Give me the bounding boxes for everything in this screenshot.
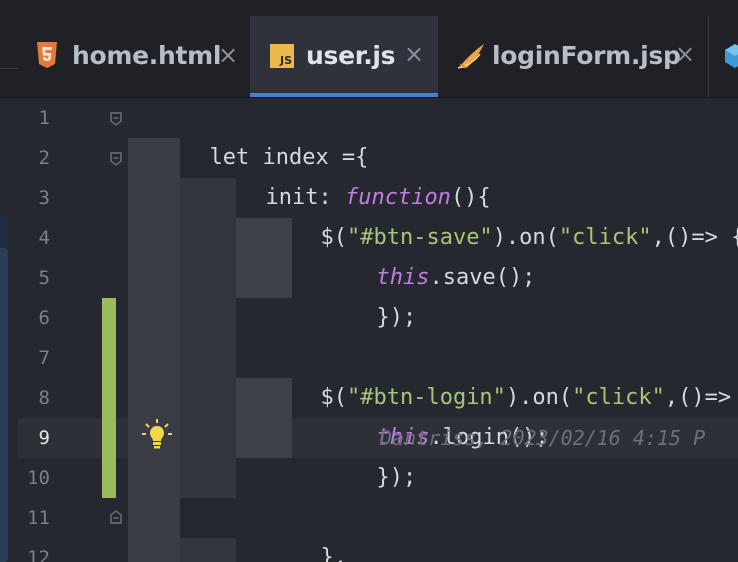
- code-line-8[interactable]: this.login();: [297, 378, 548, 450]
- code-text: });: [376, 465, 417, 490]
- close-icon[interactable]: ×: [404, 40, 424, 68]
- fold-icon[interactable]: [110, 112, 122, 126]
- ide-window: home.html × JS user.js × loginForm.jsp ×: [0, 0, 738, 562]
- line-number: 12: [27, 547, 50, 562]
- tab-loginform-jsp[interactable]: loginForm.jsp ×: [438, 16, 708, 97]
- line-number: 1: [38, 107, 50, 129]
- git-change-marker[interactable]: [102, 298, 116, 498]
- js-icon-text: JS: [279, 54, 292, 67]
- tab-label: user.js: [306, 41, 396, 70]
- editor-tab-bar: home.html × JS user.js × loginForm.jsp ×: [0, 0, 738, 98]
- indent-guide: [180, 538, 236, 562]
- code-text: ,()=> {: [664, 385, 732, 410]
- fold-icon[interactable]: [110, 152, 122, 166]
- code-text: });: [376, 305, 417, 330]
- line-number: 3: [38, 187, 50, 209]
- tab-overflow[interactable]: [708, 16, 738, 97]
- line-number: 2: [38, 147, 50, 169]
- active-tab-indicator: [250, 93, 438, 97]
- tab-label: home.html: [72, 41, 222, 70]
- code-line-7[interactable]: $("#btn-login").on("click",()=> {: [241, 338, 738, 410]
- tab-user-js[interactable]: JS user.js ×: [250, 16, 438, 97]
- jsp-icon: [457, 44, 484, 69]
- code-text: .save();: [429, 265, 536, 290]
- line-number: 8: [38, 387, 50, 409]
- code-line-5[interactable]: });: [297, 258, 416, 330]
- code-editor[interactable]: 1 2 3 4 5 6 7 8 9 10 11 12 let index ={ …: [0, 98, 738, 562]
- line-number: 6: [38, 307, 50, 329]
- line-number: 5: [38, 267, 50, 289]
- code-line-3[interactable]: $("#btn-save").on("click",()=> {: [241, 178, 738, 250]
- cube-icon: [725, 44, 738, 68]
- code-line-11[interactable]: },: [241, 498, 347, 562]
- tab-bar-divider: [0, 68, 18, 69]
- tab-label: loginForm.jsp: [492, 41, 681, 70]
- close-icon[interactable]: ×: [675, 40, 695, 68]
- line-number: 7: [38, 347, 50, 369]
- code-text: ,()=> {: [651, 225, 738, 250]
- line-number: 10: [27, 467, 50, 489]
- code-string: "click": [558, 225, 652, 250]
- html5-icon: [37, 42, 57, 68]
- close-icon[interactable]: ×: [218, 41, 238, 69]
- line-number-current: 9: [38, 427, 50, 449]
- git-blame-annotation: Dantriss, 2023/02/16 4:15 P: [380, 426, 706, 450]
- fold-end-icon[interactable]: [110, 510, 122, 524]
- line-number: 11: [27, 507, 50, 529]
- code-string: "click": [572, 385, 665, 410]
- tab-home-html[interactable]: home.html ×: [18, 16, 250, 97]
- code-line-4[interactable]: this.save();: [297, 218, 535, 290]
- code-text: },: [320, 545, 347, 562]
- js-icon: JS: [270, 44, 294, 68]
- line-number: 4: [38, 227, 50, 249]
- code-line-1[interactable]: let index ={: [130, 98, 368, 170]
- lightbulb-icon[interactable]: [142, 418, 172, 452]
- code-line-2[interactable]: init: function(){: [186, 138, 490, 210]
